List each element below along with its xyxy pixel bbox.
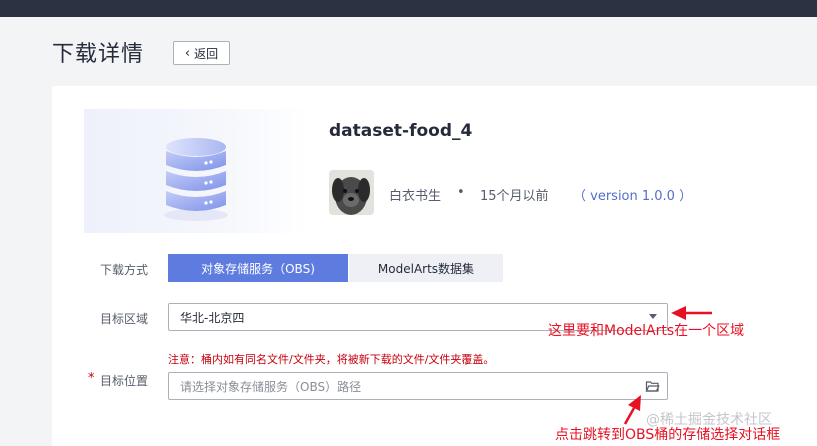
watermark: @稀土掘金技术社区: [646, 412, 772, 428]
page-title: 下载详情: [52, 42, 145, 67]
dog-avatar-image: [329, 170, 374, 215]
download-method-label: 下载方式: [100, 263, 149, 277]
back-button[interactable]: ‹ 返回: [173, 41, 230, 65]
folder-open-icon[interactable]: [645, 379, 660, 393]
location-input[interactable]: 请选择对象存储服务（OBS）路径: [168, 372, 668, 400]
region-select-value: 华北-北京四: [180, 310, 245, 325]
dataset-thumbnail: [84, 109, 309, 233]
method-option-modelarts[interactable]: ModelArts数据集: [349, 254, 503, 282]
author-name[interactable]: 白衣书生: [389, 185, 441, 204]
author-avatar[interactable]: [329, 170, 374, 215]
location-placeholder: 请选择对象存储服务（OBS）路径: [180, 379, 362, 394]
target-location-label: 目标位置: [100, 374, 149, 388]
region-annotation: 这里要和ModelArts在一个区域: [548, 323, 745, 339]
publish-time: 15个月以前: [480, 189, 549, 204]
chevron-left-icon: ‹: [184, 45, 191, 61]
method-option-obs[interactable]: 对象存储服务（OBS): [168, 254, 348, 282]
back-button-label: 返回: [194, 46, 219, 61]
required-mark: *: [88, 371, 95, 386]
overwrite-notice: 注意：桶内如有同名文件/文件夹，将被新下载的文件/文件夹覆盖。: [168, 353, 495, 366]
version-link[interactable]: （ version 1.0.0 ）: [573, 185, 692, 204]
dataset-title: dataset-food_4: [329, 121, 473, 141]
target-region-label: 目标区域: [100, 312, 149, 326]
meta-separator: •: [457, 185, 465, 200]
top-navigation-bar: [0, 0, 817, 17]
database-icon: [164, 138, 228, 221]
caret-down-icon: [649, 314, 657, 319]
